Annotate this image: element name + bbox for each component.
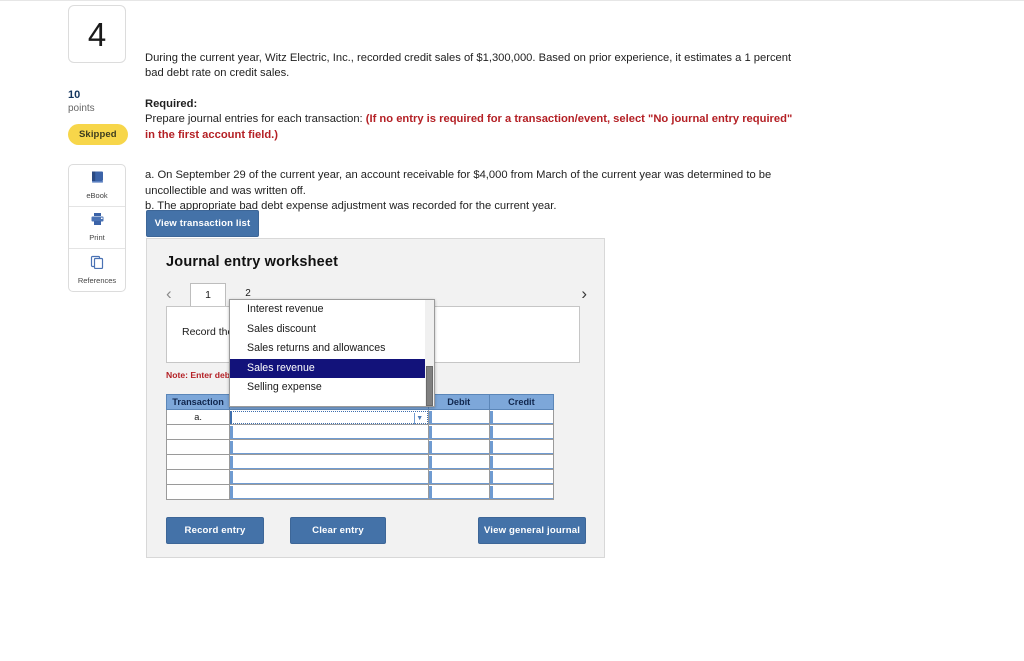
chevron-right-icon[interactable]: › [581,284,587,304]
points-block: 10 points Skipped [68,89,128,145]
cell-debit[interactable] [427,424,490,440]
debit-input[interactable] [428,485,489,499]
table-row: a. ▼ [165,409,555,425]
question-rail: 4 10 points Skipped eBook Print Referenc… [68,5,128,292]
points-label: points [68,102,95,114]
cell-transaction [165,424,231,440]
worksheet-title: Journal entry worksheet [166,254,339,270]
required-label: Required: [145,97,198,110]
column-header-debit: Debit [427,394,490,410]
cell-account[interactable] [229,439,429,455]
account-select-input[interactable] [230,470,428,484]
cell-debit[interactable] [427,409,490,425]
dropdown-option-interest-revenue[interactable]: Interest revenue [230,300,434,320]
credit-input[interactable] [489,425,553,439]
chevron-left-icon[interactable]: ‹ [166,284,172,304]
problem-item-a: a. On September 29 of the current year, … [145,169,772,197]
problem-statement: During the current year, Witz Electric, … [145,51,805,215]
table-row [165,469,555,485]
chevron-down-icon[interactable]: ▼ [413,412,425,424]
cell-transaction [165,484,231,500]
tool-ebook[interactable]: eBook [69,165,125,207]
cell-debit[interactable] [427,484,490,500]
account-select-input[interactable] [230,440,428,454]
cell-debit[interactable] [427,439,490,455]
credit-input[interactable] [489,455,553,469]
dropdown-option-sales-returns-and-allowances[interactable]: Sales returns and allowances [230,339,434,359]
cell-credit[interactable] [488,424,555,440]
cell-account[interactable] [229,469,429,485]
account-select-input[interactable] [230,485,428,499]
cell-credit[interactable] [488,484,555,500]
required-line: Prepare journal entries for each transac… [145,112,793,143]
printer-icon [90,212,105,231]
credit-input[interactable] [489,410,553,424]
view-general-journal-button[interactable]: View general journal [478,517,586,544]
question-number: 4 [87,15,107,53]
cell-transaction [165,469,231,485]
dropdown-scrollbar-track[interactable] [425,300,434,406]
worksheet-tab-1[interactable]: 1 [190,283,226,307]
credit-input[interactable] [489,440,553,454]
cell-account[interactable] [229,454,429,470]
record-entry-button[interactable]: Record entry [166,517,264,544]
tool-print-label: Print [89,233,105,243]
account-select-input[interactable]: ▼ [230,410,428,424]
book-icon [90,170,105,189]
account-dropdown-list[interactable]: Interest revenue Sales discount Sales re… [229,299,435,407]
dropdown-scrollbar-thumb[interactable] [426,366,433,406]
cell-credit[interactable] [488,439,555,455]
debit-input[interactable] [428,425,489,439]
cell-account[interactable] [229,424,429,440]
dropdown-option-sales-discount[interactable]: Sales discount [230,320,434,340]
table-row [165,454,555,470]
record-prompt-text: Record the [182,326,234,338]
debit-input[interactable] [428,410,489,424]
cell-credit[interactable] [488,409,555,425]
view-transaction-list-button[interactable]: View transaction list [146,210,259,237]
cell-transaction [165,439,231,455]
cell-transaction: a. [165,409,231,425]
tool-ebook-label: eBook [86,191,108,201]
table-row [165,424,555,440]
tool-print[interactable]: Print [69,207,125,249]
debit-input[interactable] [428,470,489,484]
status-badge: Skipped [68,123,128,145]
cell-account[interactable]: ▼ [229,409,429,425]
cell-debit[interactable] [427,469,490,485]
references-icon [90,255,105,274]
debit-input[interactable] [428,440,489,454]
cell-credit[interactable] [488,454,555,470]
required-block: Required: Prepare journal entries for ea… [145,97,793,143]
points-value: 10 [68,89,81,101]
credit-input[interactable] [489,470,553,484]
required-text: Prepare journal entries for each transac… [145,113,363,126]
page-root: 4 10 points Skipped eBook Print Referenc… [0,0,1024,661]
table-row [165,439,555,455]
journal-entry-table: Transaction Debit Credit a. ▼ [165,394,555,500]
column-header-transaction: Transaction [165,394,231,410]
cell-account[interactable] [229,484,429,500]
debit-input[interactable] [428,455,489,469]
column-header-credit: Credit [488,394,555,410]
cell-transaction [165,454,231,470]
worksheet-note: Note: Enter deb [166,370,230,380]
question-number-box: 4 [68,5,126,63]
account-select-input[interactable] [230,455,428,469]
tool-references[interactable]: References [69,249,125,291]
tool-references-label: References [77,275,117,285]
cell-debit[interactable] [427,454,490,470]
problem-intro: During the current year, Witz Electric, … [145,52,792,80]
table-row [165,484,555,500]
credit-input[interactable] [489,485,553,499]
dropdown-option-selling-expense[interactable]: Selling expense [230,378,434,398]
clear-entry-button[interactable]: Clear entry [290,517,386,544]
cell-credit[interactable] [488,469,555,485]
account-select-input[interactable] [230,425,428,439]
tool-stack: eBook Print References [68,163,126,292]
dropdown-option-sales-revenue[interactable]: Sales revenue [230,358,434,378]
